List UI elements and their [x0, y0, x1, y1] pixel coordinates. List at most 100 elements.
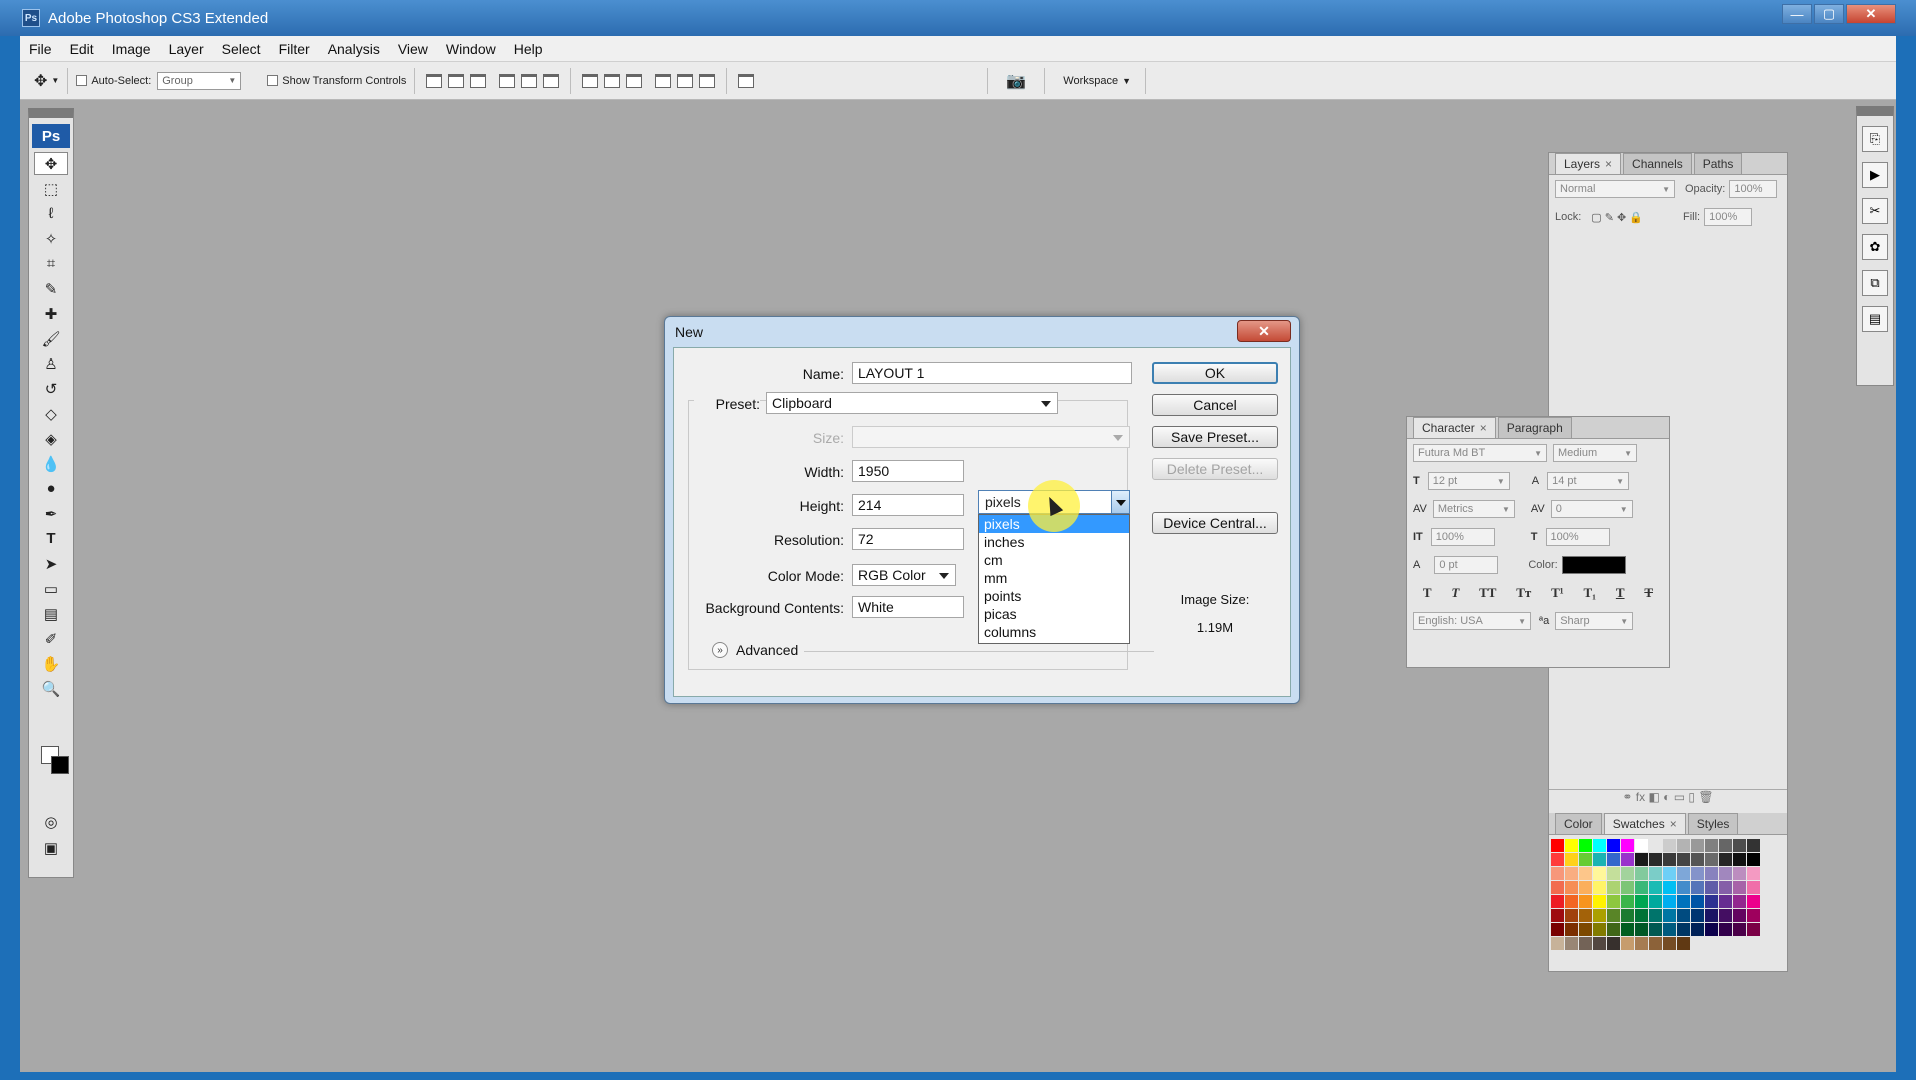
align-hcenter-icon[interactable]	[521, 73, 538, 88]
dodge-tool-icon[interactable]: ●	[34, 477, 68, 500]
swatch-color[interactable]	[1677, 937, 1690, 950]
vertical-scale-field[interactable]: 100%	[1430, 528, 1495, 546]
swatch-color[interactable]	[1677, 839, 1690, 852]
swatch-color[interactable]	[1579, 895, 1592, 908]
swatch-color[interactable]	[1621, 867, 1634, 880]
name-input[interactable]: LAYOUT 1	[852, 362, 1132, 384]
distribute-right-icon[interactable]	[699, 73, 716, 88]
auto-align-icon[interactable]	[738, 73, 755, 88]
swatch-color[interactable]	[1733, 853, 1746, 866]
auto-select-checkbox[interactable]	[76, 75, 88, 86]
swatch-color[interactable]	[1719, 895, 1732, 908]
font-family-dropdown[interactable]: Futura Md BT ▼	[1413, 444, 1547, 462]
eyedropper-tool-icon[interactable]: ✐	[34, 627, 68, 650]
swatch-color[interactable]	[1607, 853, 1620, 866]
close-icon[interactable]: ×	[1480, 421, 1487, 435]
swatch-color[interactable]	[1663, 839, 1676, 852]
workspace-button[interactable]: Workspace	[1063, 75, 1118, 87]
swatch-color[interactable]	[1747, 909, 1760, 922]
lasso-tool-icon[interactable]: ℓ	[34, 202, 68, 225]
swatch-color[interactable]	[1593, 867, 1606, 880]
maximize-button[interactable]: ▢	[1814, 4, 1844, 24]
menu-image[interactable]: Image	[103, 41, 160, 57]
swatch-color[interactable]	[1593, 923, 1606, 936]
healing-brush-tool-icon[interactable]: ✚	[34, 302, 68, 325]
tab-color[interactable]: Color	[1555, 813, 1602, 834]
menu-analysis[interactable]: Analysis	[319, 41, 389, 57]
close-window-button[interactable]: ✕	[1846, 4, 1896, 24]
swatch-color[interactable]	[1663, 923, 1676, 936]
swatch-color[interactable]	[1649, 867, 1662, 880]
swatch-color[interactable]	[1705, 909, 1718, 922]
swatch-color[interactable]	[1579, 937, 1592, 950]
swatch-color[interactable]	[1551, 839, 1564, 852]
swatch-color[interactable]	[1565, 839, 1578, 852]
close-icon[interactable]: ×	[1670, 817, 1677, 831]
underline-icon[interactable]: T	[1616, 585, 1625, 601]
swatch-color[interactable]	[1691, 839, 1704, 852]
swatch-color[interactable]	[1621, 909, 1634, 922]
swatch-color[interactable]	[1579, 853, 1592, 866]
swatch-color[interactable]	[1607, 937, 1620, 950]
clone-stamp-tool-icon[interactable]: ♙	[34, 352, 68, 375]
menu-view[interactable]: View	[389, 41, 437, 57]
swatch-color[interactable]	[1677, 853, 1690, 866]
swatch-color[interactable]	[1719, 909, 1732, 922]
actions-icon[interactable]: ▶	[1862, 162, 1888, 188]
opacity-field[interactable]: 100%	[1729, 180, 1778, 198]
swatch-color[interactable]	[1593, 839, 1606, 852]
slice-tool-icon[interactable]: ✎	[34, 277, 68, 300]
history-brush-tool-icon[interactable]: ↺	[34, 377, 68, 400]
unit-option-inches[interactable]: inches	[979, 533, 1129, 551]
swatch-color[interactable]	[1705, 923, 1718, 936]
swatch-color[interactable]	[1691, 853, 1704, 866]
swatch-color[interactable]	[1607, 909, 1620, 922]
swatch-color[interactable]	[1719, 839, 1732, 852]
align-left-icon[interactable]	[499, 73, 516, 88]
faux-bold-icon[interactable]: T	[1423, 585, 1432, 601]
menu-edit[interactable]: Edit	[61, 41, 103, 57]
distribute-hcenter-icon[interactable]	[677, 73, 694, 88]
history-icon[interactable]: ⎘	[1862, 126, 1888, 152]
font-size-field[interactable]: 12 pt ▼	[1427, 472, 1510, 490]
swatch-color[interactable]	[1649, 895, 1662, 908]
swatch-color[interactable]	[1705, 881, 1718, 894]
tab-character[interactable]: Character ×	[1413, 417, 1496, 438]
kerning-field[interactable]: Metrics ▼	[1432, 500, 1515, 518]
swatch-color[interactable]	[1551, 867, 1564, 880]
swatch-color[interactable]	[1733, 895, 1746, 908]
swatch-color[interactable]	[1719, 881, 1732, 894]
unit-option-cm[interactable]: cm	[979, 551, 1129, 569]
swatch-color[interactable]	[1593, 909, 1606, 922]
distribute-vcenter-icon[interactable]	[604, 73, 621, 88]
tab-swatches[interactable]: Swatches ×	[1603, 813, 1686, 834]
layer-comps-icon[interactable]: ▤	[1862, 306, 1888, 332]
swatch-color[interactable]	[1733, 867, 1746, 880]
swatch-color[interactable]	[1747, 853, 1760, 866]
swatch-color[interactable]	[1705, 867, 1718, 880]
swatch-color[interactable]	[1635, 839, 1648, 852]
swatch-color[interactable]	[1649, 853, 1662, 866]
distribute-top-icon[interactable]	[582, 73, 599, 88]
menu-file[interactable]: File	[20, 41, 61, 57]
swatch-color[interactable]	[1747, 839, 1760, 852]
faux-italic-icon[interactable]: T	[1451, 585, 1459, 601]
hand-tool-icon[interactable]: ✋	[34, 652, 68, 675]
save-preset-button[interactable]: Save Preset...	[1152, 426, 1278, 448]
swatch-color[interactable]	[1607, 923, 1620, 936]
swatch-color[interactable]	[1607, 839, 1620, 852]
blend-mode-dropdown[interactable]: Normal ▼	[1555, 180, 1675, 198]
antialias-dropdown[interactable]: Sharp ▼	[1555, 612, 1634, 630]
swatch-color[interactable]	[1691, 867, 1704, 880]
marquee-tool-icon[interactable]: ⬚	[34, 177, 68, 200]
swatch-color[interactable]	[1551, 881, 1564, 894]
swatch-color[interactable]	[1719, 923, 1732, 936]
swatch-color[interactable]	[1565, 853, 1578, 866]
swatch-color[interactable]	[1565, 909, 1578, 922]
strikethrough-icon[interactable]: T	[1644, 585, 1653, 601]
resolution-input[interactable]: 72	[852, 528, 964, 550]
swatch-color[interactable]	[1663, 867, 1676, 880]
tab-layers[interactable]: Layers ×	[1555, 153, 1622, 174]
distribute-bottom-icon[interactable]	[626, 73, 643, 88]
magic-wand-tool-icon[interactable]: ✧	[34, 227, 68, 250]
